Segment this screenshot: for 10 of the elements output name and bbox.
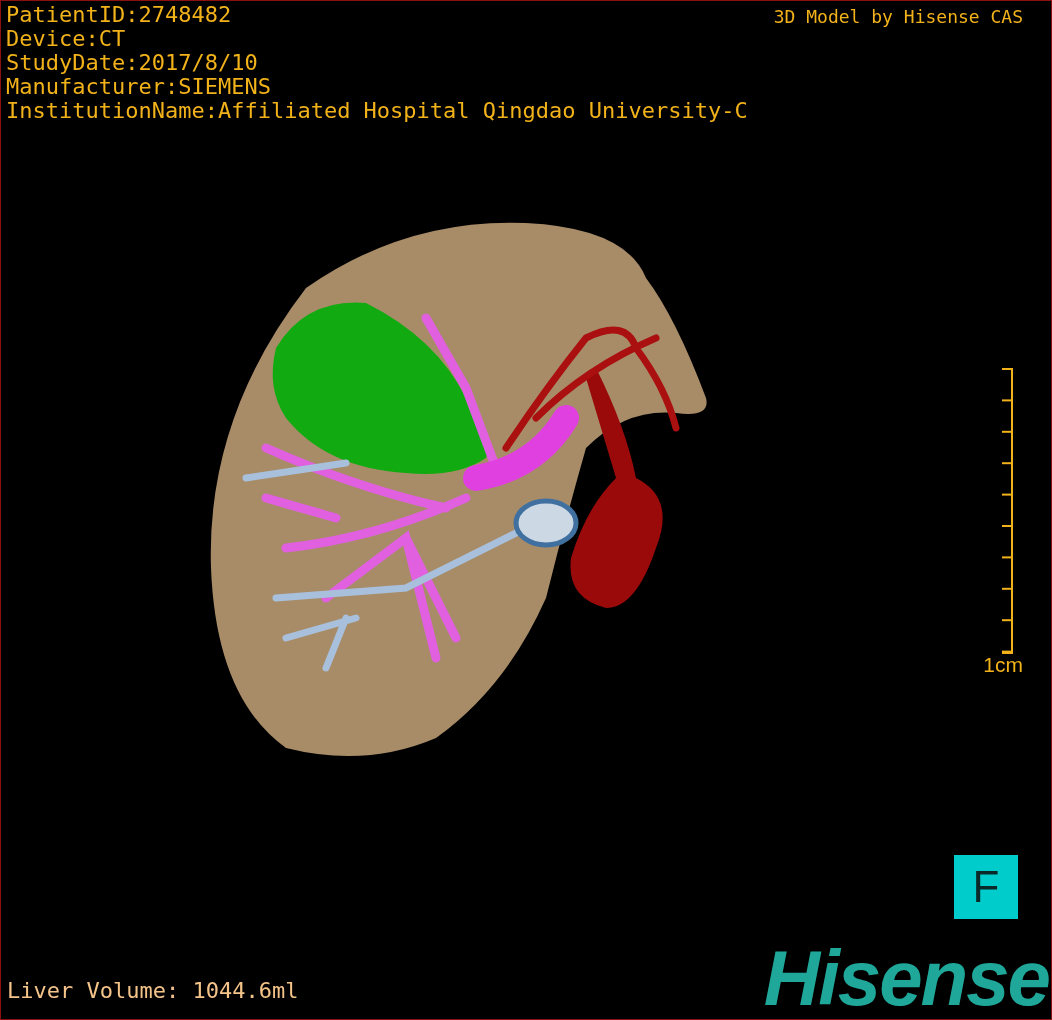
info-line: StudyDate:2017/8/10 xyxy=(6,51,259,75)
liver-volume-text: Liver Volume: 1044.6ml xyxy=(6,979,299,1005)
info-line: PatientID:2748482 xyxy=(6,3,233,27)
info-line: Manufacturer:SIEMENS xyxy=(6,75,272,99)
info-line: Device:CT xyxy=(6,27,127,51)
logo-text: Hisense xyxy=(763,943,1049,1013)
viewer-title: 3D Model by Hisense CAS xyxy=(773,5,1024,29)
orientation-marker: F xyxy=(954,855,1018,919)
info-line: InstitutionName:Affiliated Hospital Qingdao University-C xyxy=(6,99,748,123)
scale-label: 1cm xyxy=(983,654,1023,676)
